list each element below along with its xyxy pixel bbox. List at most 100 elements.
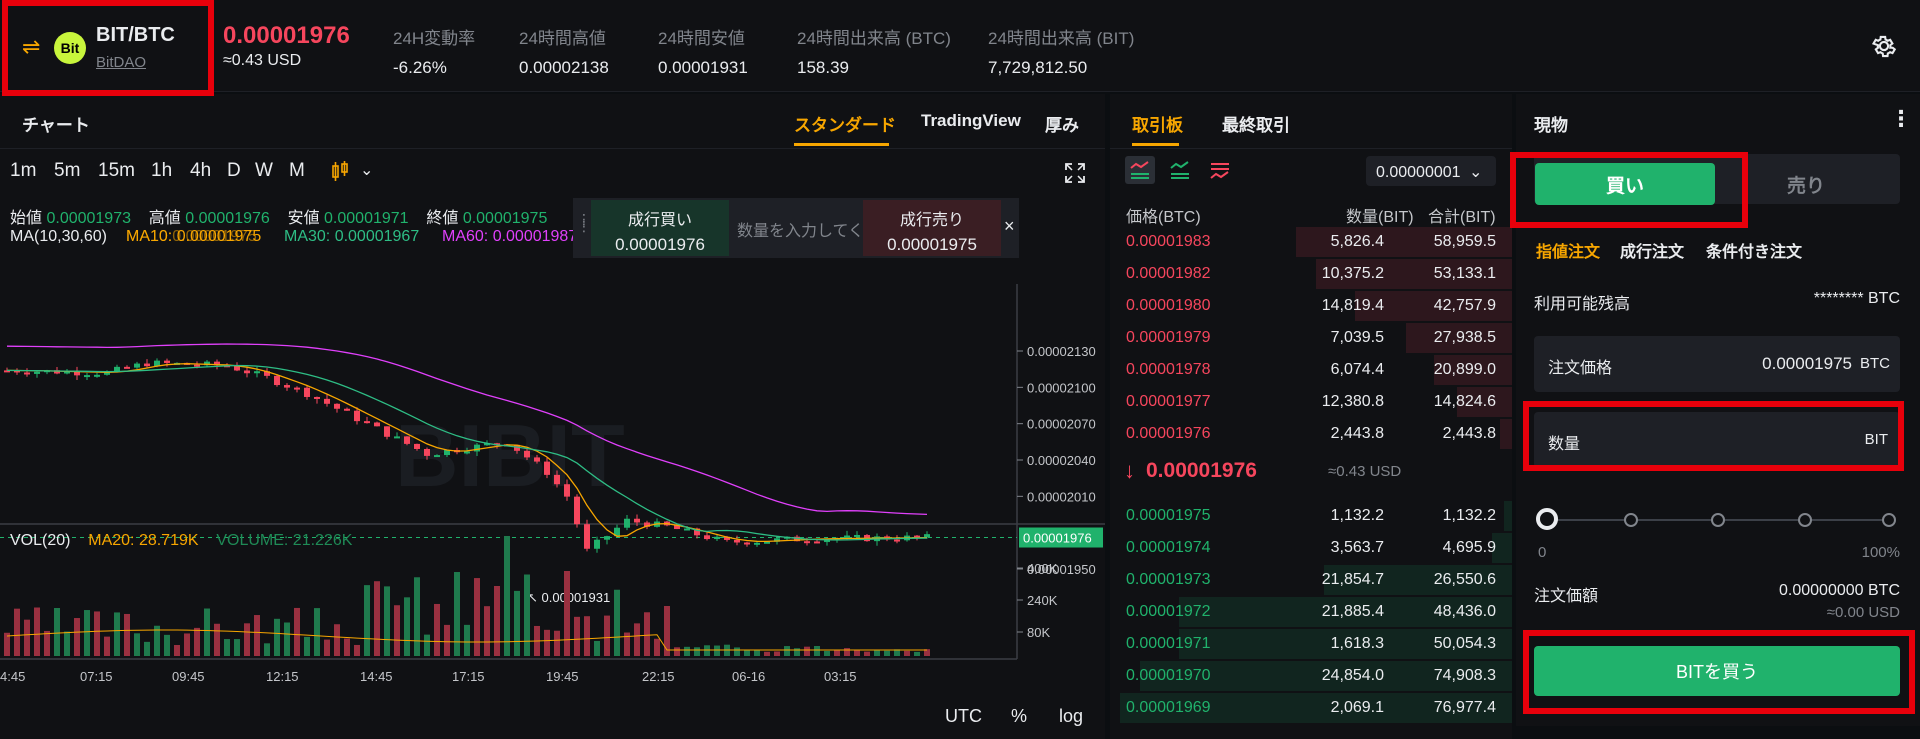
divider xyxy=(1516,726,1920,739)
precision-select[interactable]: 0.00000001 ⌄ xyxy=(1366,156,1496,186)
candle-body xyxy=(564,484,570,497)
volume-bar xyxy=(874,650,880,656)
bid-row[interactable]: 0.00001969 2,069.1 76,977.4 xyxy=(1110,692,1512,724)
drag-handle-icon[interactable]: ⋮ ⋮ xyxy=(577,212,591,233)
volume-bar xyxy=(224,639,230,656)
volume-bar xyxy=(194,627,200,656)
candle-body xyxy=(144,363,150,367)
time-tick-label: 12:15 xyxy=(266,669,299,684)
volume-bar xyxy=(844,648,850,656)
percent-button[interactable]: % xyxy=(1011,706,1027,727)
candle-body xyxy=(604,536,610,540)
volume-bar xyxy=(664,606,670,656)
vol-ma20: MA20: 28.719K xyxy=(88,532,199,549)
row-total: 53,133.1 xyxy=(1433,265,1496,282)
slider-stop[interactable] xyxy=(1711,513,1725,527)
bid-row[interactable]: 0.00001975 1,132.2 1,132.2 xyxy=(1110,500,1512,532)
volume-bar xyxy=(914,651,920,656)
row-total: 20,899.0 xyxy=(1433,361,1496,378)
log-button[interactable]: log xyxy=(1059,706,1083,727)
order-type-conditional[interactable]: 条件付き注文 xyxy=(1706,238,1802,262)
slider-stop[interactable] xyxy=(1882,513,1896,527)
ask-row[interactable]: 0.00001978 6,074.4 20,899.0 xyxy=(1110,354,1512,386)
settings-gear-icon[interactable] xyxy=(1870,32,1898,60)
utc-button[interactable]: UTC xyxy=(945,706,982,727)
col-total: 合計(BIT) xyxy=(1428,209,1496,226)
price-field[interactable]: 注文価格 0.00001975 BTC xyxy=(1534,336,1900,392)
pair-selector[interactable]: ⇌ Bit BIT/BTC BitDAO xyxy=(18,20,203,72)
volume-bar xyxy=(694,647,700,656)
row-total: 1,132.2 xyxy=(1442,507,1496,524)
time-tick-label: 22:15 xyxy=(642,669,675,684)
ask-row[interactable]: 0.00001980 14,819.4 42,757.9 xyxy=(1110,290,1512,322)
candle-body xyxy=(894,539,900,542)
volume-bar xyxy=(374,581,380,656)
quantity-field-unit: BIT xyxy=(1864,431,1888,448)
close-icon[interactable]: × xyxy=(1004,216,1015,237)
slider-thumb[interactable] xyxy=(1536,508,1558,530)
amount-slider[interactable] xyxy=(1536,508,1896,530)
price-tick-label: 0.00002010 xyxy=(1027,489,1096,504)
amount-value: 0.00000000 BTC xyxy=(1779,582,1900,599)
order-type-limit[interactable]: 指値注文 xyxy=(1536,238,1600,262)
candle-body xyxy=(714,536,720,540)
depth-bar xyxy=(1504,501,1512,531)
more-menu-icon[interactable]: ⋮ xyxy=(1890,106,1912,132)
row-total: 74,908.3 xyxy=(1433,667,1496,684)
candle-body xyxy=(314,396,320,399)
tab-recent-trades[interactable]: 最終取引 xyxy=(1222,111,1290,136)
row-qty: 10,375.2 xyxy=(1321,265,1384,282)
volume-bar xyxy=(754,650,760,656)
ask-row[interactable]: 0.00001976 2,443.8 2,443.8 xyxy=(1110,418,1512,450)
volume-bar xyxy=(214,623,220,656)
bid-row[interactable]: 0.00001973 21,854.7 26,550.6 xyxy=(1110,564,1512,596)
market-sell-button[interactable]: 成行売り 0.00001975 xyxy=(863,200,1001,256)
volume-bar xyxy=(324,639,330,656)
view-both-icon[interactable] xyxy=(1125,156,1155,184)
slider-stop[interactable] xyxy=(1798,513,1812,527)
volume-bar xyxy=(454,572,460,656)
volume-bar xyxy=(854,649,860,656)
volume-bar xyxy=(414,577,420,656)
bit-logo-icon: Bit xyxy=(54,32,86,64)
candle-body xyxy=(384,426,390,437)
available-value: ******** BTC xyxy=(1813,290,1900,307)
bid-row[interactable]: 0.00001974 3,563.7 4,695.9 xyxy=(1110,532,1512,564)
row-price: 0.00001970 xyxy=(1126,667,1211,684)
view-asks-icon[interactable] xyxy=(1205,156,1235,184)
candle-body xyxy=(374,422,380,427)
bid-row[interactable]: 0.00001971 1,618.3 50,054.3 xyxy=(1110,628,1512,660)
buy-bit-button[interactable]: BITを買う xyxy=(1534,646,1900,696)
price-chart[interactable]: BIBIT0.000021300.000021000.000020700.000… xyxy=(0,94,1105,739)
project-link[interactable]: BitDAO xyxy=(96,54,146,71)
volume-bar xyxy=(564,571,570,656)
price-tick-label: 0.00002070 xyxy=(1027,417,1096,432)
quick-trade-widget: ⋮ ⋮ 成行買い 0.00001976 数量を入力してく 成行売り 0.00001… xyxy=(573,198,1019,258)
quick-qty-input[interactable]: 数量を入力してく xyxy=(737,217,861,241)
bid-row[interactable]: 0.00001970 24,854.0 74,908.3 xyxy=(1110,660,1512,692)
ask-row[interactable]: 0.00001977 12,380.8 14,824.6 xyxy=(1110,386,1512,418)
volume-bar xyxy=(504,536,510,656)
ask-row[interactable]: 0.00001982 10,375.2 53,133.1 xyxy=(1110,258,1512,290)
order-type-market[interactable]: 成行注文 xyxy=(1620,238,1684,262)
row-price: 0.00001976 xyxy=(1126,425,1211,442)
slider-stop[interactable] xyxy=(1624,513,1638,527)
buy-tab[interactable]: 買い xyxy=(1535,163,1715,205)
candle-body xyxy=(164,360,170,363)
market-buy-button[interactable]: 成行買い 0.00001976 xyxy=(591,200,729,256)
sell-tab[interactable]: 売り xyxy=(1716,163,1896,205)
volume-bar xyxy=(554,630,560,656)
candle-body xyxy=(764,541,770,544)
bid-row[interactable]: 0.00001972 21,885.4 48,436.0 xyxy=(1110,596,1512,628)
last-price-row: ↓ 0.00001976 ≈0.43 USD xyxy=(1110,450,1512,494)
view-bids-icon[interactable] xyxy=(1165,156,1195,184)
ask-row[interactable]: 0.00001983 5,826.4 58,959.5 xyxy=(1110,226,1512,258)
ob-last-price: 0.00001976 xyxy=(1146,459,1257,482)
trade-panel: 現物 ⋮ 買い 売り 指値注文 成行注文 条件付き注文 利用可能残高 *****… xyxy=(1516,94,1920,739)
volume-bar xyxy=(604,615,610,656)
price-field-label: 注文価格 xyxy=(1548,360,1613,377)
tab-orderbook[interactable]: 取引板 xyxy=(1132,111,1183,136)
quantity-field[interactable]: 数量 BIT xyxy=(1534,412,1900,468)
ask-row[interactable]: 0.00001979 7,039.5 27,938.5 xyxy=(1110,322,1512,354)
row-price: 0.00001974 xyxy=(1126,539,1211,556)
